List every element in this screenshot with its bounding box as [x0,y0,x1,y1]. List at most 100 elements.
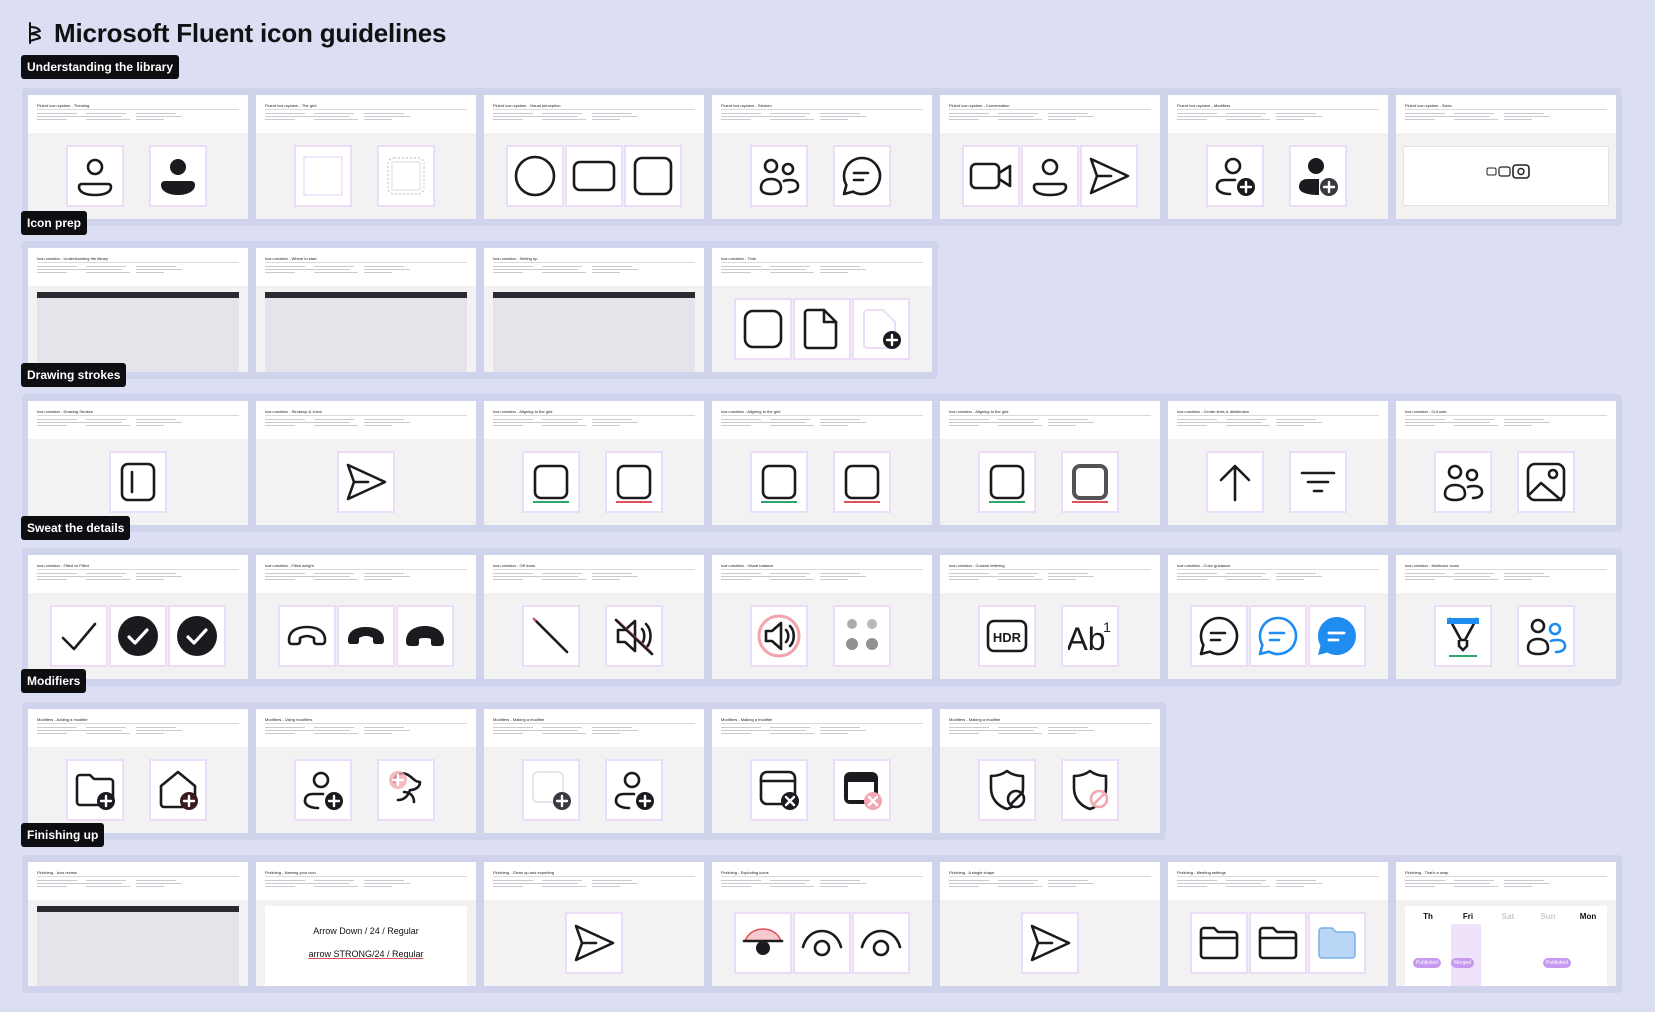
slide-card[interactable]: Finishing - Naming your icon Arrow Down /… [256,862,476,986]
slide-card[interactable]: Fluent icon system - Theming [28,95,248,219]
slide-card[interactable]: Fluent icon system - Modifiers [1168,95,1388,219]
slide-divider [721,109,923,110]
slide-card[interactable]: Finishing - Exploding icons [712,862,932,986]
section-label[interactable]: Drawing strokes [21,363,127,387]
slide-card[interactable]: Modifiers - Making a modifier [484,709,704,833]
slide-card[interactable]: Fluent icon system - Sizes [1396,95,1616,219]
slide-card[interactable]: Modifiers - Making a modifier [940,709,1160,833]
slide-card[interactable]: Finishing - That's a wrap Th Fri Sat Sun Mon P… [1396,862,1616,986]
slide-body-text [37,576,89,577]
call-end-bold-icon [406,626,444,646]
slide-card[interactable]: Finishing - A single shape [940,862,1160,986]
slide-body-text [314,727,354,728]
slide-body-text [542,116,578,117]
slide-card[interactable]: Icon creation - Multicolor icons [1396,555,1616,679]
slide-body-text [493,272,523,273]
slide-body-text [949,573,989,574]
status-tag[interactable]: Published [1543,958,1571,968]
slide-body-text [364,269,410,270]
square-aligned-icon [761,464,797,503]
checkmark-circle-filled-icon [177,616,217,656]
slide-body-text [493,886,523,887]
slide-card[interactable]: Icon creation - Understanding the librar… [28,248,248,372]
slide-card[interactable]: Finishing - Icon review [28,862,248,986]
slide-body-text [542,272,586,273]
slide-divider [265,262,467,263]
slide-body-text [721,880,761,881]
slide-divider [721,569,923,570]
slide-card[interactable]: Modifiers - Making a modifier [712,709,932,833]
icon-frame [1517,605,1575,667]
slide-header: Fluent icon system - Conversation [940,95,1160,133]
slide-card[interactable]: Modifiers - Using modifiers [256,709,476,833]
slide-card[interactable]: Finishing - Meeting settings [1168,862,1388,986]
slide-card[interactable]: Modifiers - Adding a modifier [28,709,248,833]
section-label[interactable]: Finishing up [21,823,105,847]
slide-body-text [265,116,317,117]
status-tag[interactable]: Merged [1451,958,1474,968]
slide-card[interactable]: Icon creation - Aligning to the grid [940,401,1160,525]
slide-body-text [1048,886,1076,887]
slide-card[interactable]: Icon creation - Visual balance [712,555,932,679]
rounded-rect-icon [572,160,616,192]
icon-frame [1249,605,1307,667]
slide-body-text [592,730,638,731]
speaker-icon [757,614,801,658]
slide-body-text [1504,576,1550,577]
section-row: Icon creation - Understanding the librar… [22,241,938,379]
slide-body-text [493,880,533,881]
slide-card[interactable]: Icon creation - Filled vs Filled [28,555,248,679]
slide-body-text [37,266,77,267]
slide-card[interactable]: Icon creation - Color guidance [1168,555,1388,679]
slide-body-text [721,730,773,731]
slide-divider [37,876,239,877]
slide-card[interactable]: Fluent icon system - Stroken [712,95,932,219]
svg-text:HDR: HDR [993,630,1022,645]
status-tag[interactable]: Published [1413,958,1441,968]
slide-body-text [820,272,848,273]
slide-card[interactable]: Icon creation - Setting up [484,248,704,372]
slide-card[interactable]: Fluent icon system - Visual perception [484,95,704,219]
slide-body-text [86,733,130,734]
slide-card[interactable]: Icon creation - Aligning to the grid [484,401,704,525]
slide-body-text [86,419,126,420]
slide-card[interactable]: Icon creation - Cut outs [1396,401,1616,525]
slide-body-text [364,573,404,574]
slide-body-text [364,579,392,580]
panel-left-icon [120,462,156,502]
slide-body-text [1504,422,1550,423]
person-add-outline-icon [1215,157,1255,196]
slide-body-text [265,419,305,420]
slide-body-text [721,573,761,574]
checkmark-circle-filled-icon [118,616,158,656]
slide-card[interactable]: Finishing - Clean up and exporting [484,862,704,986]
slide-card[interactable]: Icon creation - Center lines & distribut… [1168,401,1388,525]
slide-card[interactable]: Icon creation - Tints [712,248,932,372]
slide-card[interactable]: Icon creation - Aligning to the grid [712,401,932,525]
slide-body-text [721,269,773,270]
section-label[interactable]: Understanding the library [21,55,180,79]
slide-body-text [493,419,533,420]
section-label[interactable]: Modifiers [21,669,87,693]
hdr-icon: HDR [986,619,1028,653]
slide-body-text [493,119,523,120]
slide-body-text [1177,425,1207,426]
slide-card[interactable]: Icon creation - Drawing Strokes [28,401,248,525]
slide-card[interactable]: Fluent icon system - The grid [256,95,476,219]
person-outline-icon [1032,158,1068,197]
section-label[interactable]: Sweat the details [21,516,131,540]
people-blur-icon [846,619,878,650]
slide-body-text [136,573,176,574]
slide-body-text [1405,576,1457,577]
slide-card[interactable]: Fluent icon system - Conversation [940,95,1160,219]
slide-divider [265,109,467,110]
section-label[interactable]: Icon prep [21,211,88,235]
slide-card[interactable]: Icon creation - Off icons [484,555,704,679]
slide-body-text [998,422,1034,423]
slide-card[interactable]: Icon creation - Custom lettering HDR Ab 1 [940,555,1160,679]
slide-card[interactable]: Icon creation - Strokeup & Joins [256,401,476,525]
slide-body-text [820,573,860,574]
slide-card[interactable]: Icon creation - Where to start [256,248,476,372]
slide-body-text [542,727,582,728]
slide-card[interactable]: Icon creation - Filled weight [256,555,476,679]
